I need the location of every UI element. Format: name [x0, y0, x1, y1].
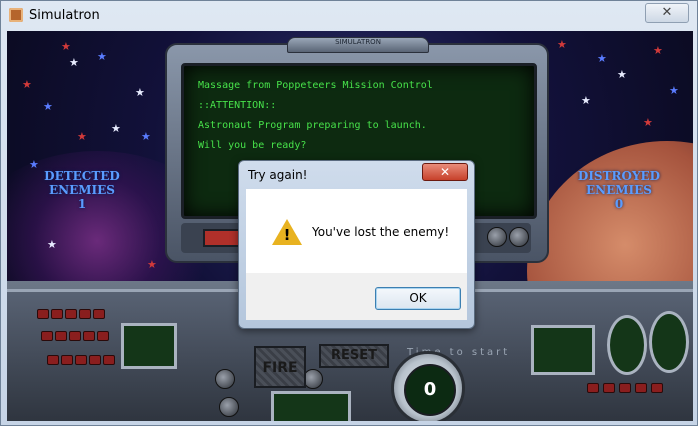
control-button[interactable] [61, 355, 73, 365]
control-button[interactable] [97, 331, 109, 341]
app-icon [9, 8, 23, 22]
dashboard-knob[interactable] [215, 369, 235, 389]
control-button[interactable] [635, 383, 647, 393]
screen-line: Will you be ready? [198, 140, 307, 151]
dial-gauge [649, 311, 689, 373]
control-button[interactable] [55, 331, 67, 341]
star-decoration: ★ [617, 68, 627, 81]
dialog-footer: OK [246, 273, 467, 320]
control-button[interactable] [93, 309, 105, 319]
dialog-title: Try again! [248, 168, 308, 182]
star-decoration: ★ [135, 86, 145, 99]
screen-line: Astronaut Program preparing to launch. [198, 120, 427, 131]
destroyed-enemies-label: DISTROYED ENEMIES [577, 169, 661, 197]
detected-enemies-stat: DETECTED ENEMIES 1 [11, 169, 153, 211]
screen-line: Massage from Poppeteers Mission Control [198, 80, 433, 91]
star-decoration: ★ [581, 94, 591, 107]
star-decoration: ★ [557, 38, 567, 51]
control-button[interactable] [47, 355, 59, 365]
function-switch[interactable] [203, 229, 241, 247]
star-decoration: ★ [47, 238, 57, 251]
control-button[interactable] [69, 331, 81, 341]
destroyed-enemies-value: 0 [614, 197, 624, 211]
monitor-brand-label: SIMULATRON [335, 38, 381, 46]
star-decoration: ★ [43, 100, 53, 113]
dashboard-knob[interactable] [303, 369, 323, 389]
dialog-close-button[interactable]: ✕ [422, 163, 468, 181]
destroyed-enemies-stat: DISTROYED ENEMIES 0 [545, 169, 693, 211]
control-button[interactable] [89, 355, 101, 365]
control-button[interactable] [65, 309, 77, 319]
control-button[interactable] [651, 383, 663, 393]
star-decoration: ★ [77, 130, 87, 143]
monitor-header: SIMULATRON [287, 37, 429, 53]
window-title: Simulatron [29, 8, 100, 23]
control-button[interactable] [79, 309, 91, 319]
dialog-body: ! You've lost the enemy! [246, 189, 467, 273]
control-button[interactable] [619, 383, 631, 393]
star-decoration: ★ [141, 130, 151, 143]
dial-gauge [607, 315, 647, 375]
control-button[interactable] [603, 383, 615, 393]
star-decoration: ★ [61, 40, 71, 53]
star-decoration: ★ [147, 258, 157, 271]
star-decoration: ★ [653, 44, 663, 57]
app-window: Simulatron ✕ ★ ★ ★ ★ ★ ★ ★ ★ ★ ★ ★ ★ ★ ★… [0, 0, 698, 426]
detected-enemies-label: DETECTED ENEMIES [44, 169, 120, 197]
title-bar[interactable]: Simulatron ✕ [1, 1, 697, 31]
star-decoration: ★ [643, 116, 653, 129]
monitor-knob[interactable] [487, 227, 507, 247]
warning-exclamation-icon: ! [283, 226, 291, 244]
monitor-knob[interactable] [509, 227, 529, 247]
ok-button[interactable]: OK [375, 287, 461, 310]
star-decoration: ★ [111, 122, 121, 135]
screen-line: ::ATTENTION:: [198, 100, 277, 111]
detected-enemies-value: 1 [77, 197, 87, 211]
reset-button[interactable]: RESET [319, 344, 389, 368]
dashboard-knob[interactable] [219, 397, 239, 417]
star-decoration: ★ [597, 52, 607, 65]
oscilloscope-gauge [531, 325, 595, 375]
star-decoration: ★ [22, 78, 32, 91]
star-decoration: ★ [69, 56, 79, 69]
control-button[interactable] [83, 331, 95, 341]
try-again-dialog: Try again! ✕ ! You've lost the enemy! OK [238, 160, 475, 329]
oscilloscope-gauge [121, 323, 177, 369]
control-button[interactable] [75, 355, 87, 365]
dialog-message: You've lost the enemy! [312, 225, 450, 239]
fire-button[interactable]: FIRE [254, 346, 306, 388]
control-button[interactable] [587, 383, 599, 393]
star-decoration: ★ [97, 50, 107, 63]
radar-counter: 0 [404, 364, 456, 416]
waveform-gauge [271, 391, 351, 421]
control-button[interactable] [51, 309, 63, 319]
control-button[interactable] [37, 309, 49, 319]
control-button[interactable] [41, 331, 53, 341]
radar-display: 0 [391, 351, 465, 421]
window-close-button[interactable]: ✕ [645, 3, 689, 23]
star-decoration: ★ [669, 84, 679, 97]
control-button[interactable] [103, 355, 115, 365]
